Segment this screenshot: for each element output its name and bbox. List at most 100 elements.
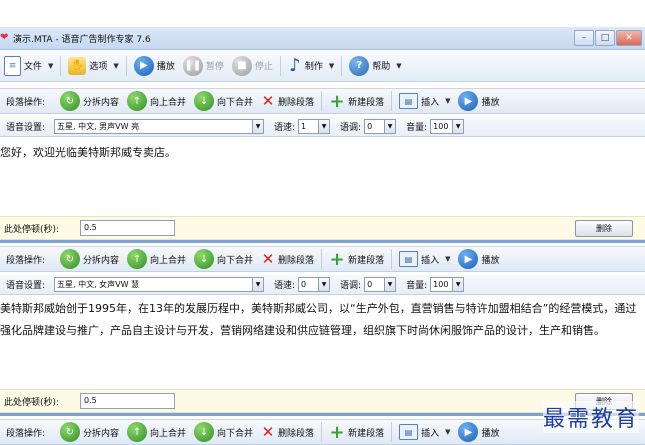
segment-text-editor[interactable]: 美特斯邦威始创于1995年，在13年的发展历程中，美特斯邦威公司，以“生产外包，…	[0, 298, 645, 386]
file-menu-button[interactable]: ≡ 文件 ▼	[0, 54, 57, 78]
help-menu-button[interactable]: ? 帮助 ▼	[345, 54, 405, 78]
stop-button[interactable]: ■ 停止	[228, 54, 277, 78]
play-icon: ▶	[133, 55, 154, 76]
speed-select[interactable]: 1 ▼	[298, 119, 331, 134]
app-logo-icon: ❤	[0, 32, 9, 43]
arrow-down-icon: ↓	[194, 91, 215, 111]
segment-play-label: 播放	[481, 255, 500, 266]
pitch-select[interactable]: 0 ▼	[364, 119, 397, 134]
toolbar-divider	[321, 91, 323, 111]
play-icon: ▶	[458, 422, 479, 442]
segment-toolbar: 段落操作: ↻ 分拆内容 ↑ 向上合并 ↓ 向下合并 ✕ 删除段落 + 新建段落…	[0, 246, 645, 272]
voice-settings-label: 语音设置:	[6, 281, 46, 291]
pause-seconds-input[interactable]: 0.5	[80, 393, 175, 409]
merge-down-label: 向下合并	[217, 255, 254, 266]
insert-menu-button[interactable]: ▤ 插入 ▼	[395, 249, 454, 269]
merge-down-button[interactable]: ↓ 向下合并	[190, 91, 257, 111]
delete-x-icon: ✕	[261, 250, 275, 268]
maximize-button[interactable]: □	[595, 30, 615, 46]
delete-segment-label: 删除段落	[278, 97, 315, 108]
segment-toolbar-label: 段落操作:	[6, 97, 46, 108]
segment-toolbar-label: 段落操作:	[6, 428, 46, 439]
volume-select-value: 100	[433, 280, 449, 289]
voice-settings-row: 语音设置: 五星, 中文, 男声VW 亮 ▼ 语速: 1 ▼ 语调: 0 ▼ 音…	[0, 117, 645, 137]
insert-menu-button[interactable]: ▤ 插入 ▼	[395, 91, 454, 111]
delete-segment-button[interactable]: ✕ 删除段落	[257, 422, 318, 442]
delete-segment-label: 删除段落	[278, 255, 315, 266]
insert-label: 插入	[421, 97, 440, 108]
delete-segment-label: 删除段落	[278, 428, 315, 439]
new-segment-button[interactable]: + 新建段落	[325, 421, 388, 443]
pitch-select-value: 0	[367, 280, 373, 289]
chevron-down-icon: ▼	[445, 97, 451, 105]
arrow-down-icon: ↓	[194, 422, 215, 442]
insert-menu-button[interactable]: ▤ 插入 ▼	[395, 422, 454, 442]
close-button[interactable]: ✕	[616, 30, 642, 46]
speed-select[interactable]: 0 ▼	[298, 277, 331, 292]
chevron-down-icon: ▼	[48, 61, 54, 70]
pause-seconds-input[interactable]: 0.5	[80, 220, 175, 236]
make-menu-label: 制作	[304, 62, 323, 72]
segment-text: 您好，欢迎光临美特斯邦威专卖店。	[0, 146, 176, 159]
segment-play-button[interactable]: ▶ 播放	[454, 249, 503, 269]
segment-play-button[interactable]: ▶ 播放	[454, 422, 503, 442]
chevron-down-icon: ▼	[445, 255, 451, 263]
options-menu-button[interactable]: ✋ 选项 ▼	[64, 54, 122, 78]
merge-up-button[interactable]: ↑ 向上合并	[123, 91, 190, 111]
split-content-button[interactable]: ↻ 分拆内容	[56, 91, 123, 111]
split-content-button[interactable]: ↻ 分拆内容	[56, 422, 123, 442]
toolbar-divider	[391, 422, 393, 442]
voice-select-value: 五星, 中文, 男声VW 亮	[57, 122, 140, 131]
delete-pause-button[interactable]: 删除	[575, 220, 633, 237]
delete-segment-button[interactable]: ✕ 删除段落	[257, 249, 318, 269]
toolbar-divider	[125, 55, 127, 76]
window-title: 演示.MTA - 语音广告制作专家 7.6	[13, 35, 151, 45]
merge-up-label: 向上合并	[150, 428, 187, 439]
play-label: 播放	[156, 62, 175, 72]
delete-segment-button[interactable]: ✕ 删除段落	[257, 91, 318, 111]
merge-up-label: 向上合并	[150, 255, 187, 266]
make-menu-button[interactable]: ♪ 制作 ▼	[284, 54, 338, 78]
chevron-down-icon: ▼	[384, 120, 396, 133]
help-menu-label: 帮助	[372, 62, 391, 72]
merge-up-button[interactable]: ↑ 向上合并	[123, 422, 190, 442]
pitch-select-value: 0	[367, 122, 373, 131]
new-segment-button[interactable]: + 新建段落	[325, 248, 388, 270]
merge-down-label: 向下合并	[217, 97, 254, 108]
pitch-label: 语调:	[340, 123, 362, 133]
volume-select[interactable]: 100 ▼	[430, 277, 465, 292]
segment-play-button[interactable]: ▶ 播放	[454, 91, 503, 111]
pitch-select[interactable]: 0 ▼	[364, 277, 397, 292]
main-toolbar: ≡ 文件 ▼ ✋ 选项 ▼ ▶ 播放 ❚❚ 暂停 ■ 停止 ♪ 制作 ▼ ? 帮…	[0, 50, 645, 82]
toolbar-divider	[321, 422, 323, 442]
merge-up-button[interactable]: ↑ 向上合并	[123, 249, 190, 269]
window-controls: – □ ✕	[574, 30, 642, 46]
minimize-button[interactable]: –	[574, 30, 594, 46]
merge-down-button[interactable]: ↓ 向下合并	[190, 249, 257, 269]
pause-button[interactable]: ❚❚ 暂停	[179, 54, 228, 78]
insert-icon: ▤	[399, 424, 419, 440]
help-icon: ?	[349, 55, 370, 76]
file-icon: ≡	[4, 55, 21, 76]
delete-x-icon: ✕	[261, 92, 275, 110]
new-segment-button[interactable]: + 新建段落	[325, 91, 388, 112]
plus-icon: +	[329, 248, 345, 270]
chevron-down-icon: ▼	[252, 278, 263, 291]
merge-down-button[interactable]: ↓ 向下合并	[190, 422, 257, 442]
toolbar-divider	[60, 55, 62, 76]
arrow-up-icon: ↑	[127, 249, 148, 269]
play-icon: ▶	[458, 249, 479, 269]
voice-select[interactable]: 五星, 中文, 女声VW 慧 ▼	[54, 277, 264, 292]
segment-text-editor[interactable]: 您好，欢迎光临美特斯邦威专卖店。	[0, 142, 645, 214]
chevron-down-icon: ▼	[318, 278, 330, 291]
segment-toolbar-label: 段落操作:	[6, 255, 46, 266]
chevron-down-icon: ▼	[396, 61, 402, 70]
segment-toolbar: 段落操作: ↻ 分拆内容 ↑ 向上合并 ↓ 向下合并 ✕ 删除段落 + 新建段落…	[0, 88, 645, 114]
play-button[interactable]: ▶ 播放	[130, 54, 179, 78]
split-content-label: 分拆内容	[83, 428, 120, 439]
plus-icon: +	[329, 421, 345, 443]
split-content-button[interactable]: ↻ 分拆内容	[56, 249, 123, 269]
insert-icon: ▤	[399, 93, 419, 109]
voice-select[interactable]: 五星, 中文, 男声VW 亮 ▼	[54, 119, 264, 134]
volume-select[interactable]: 100 ▼	[430, 119, 465, 134]
